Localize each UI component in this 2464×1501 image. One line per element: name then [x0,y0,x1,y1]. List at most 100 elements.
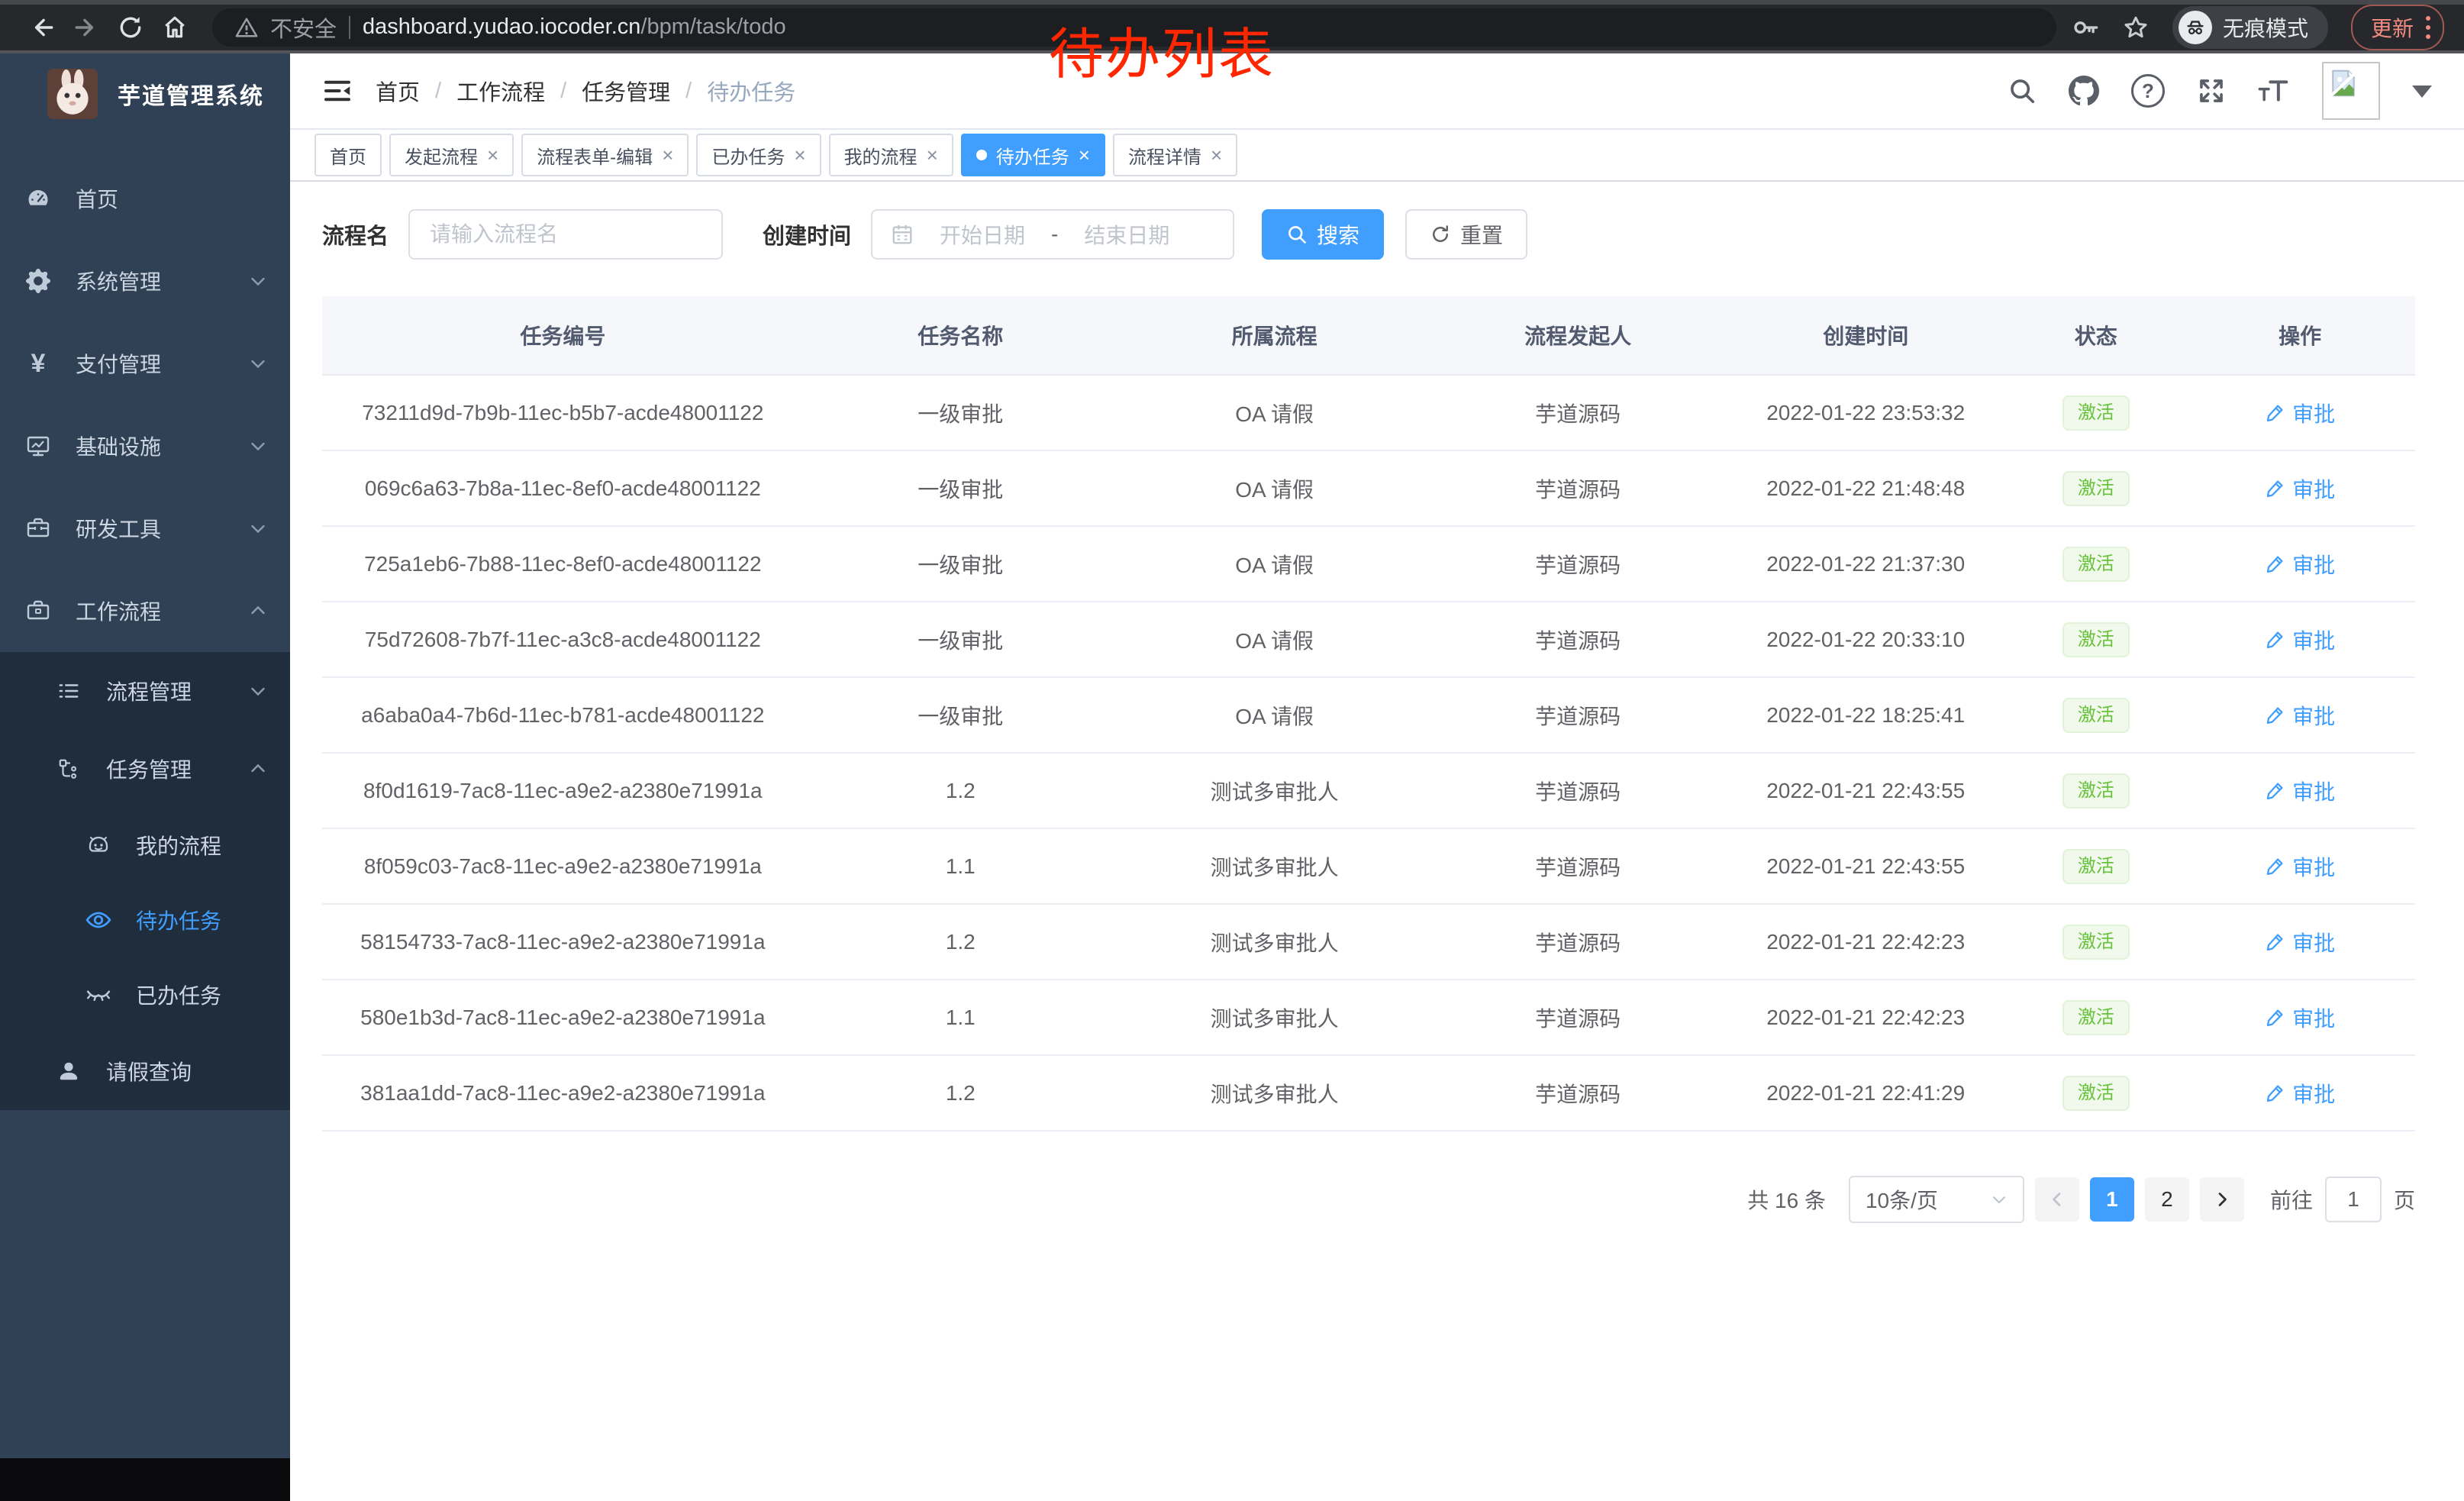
col-process: 所属流程 [1118,296,1431,375]
sidebar-item-process-mgmt[interactable]: 流程管理 [0,652,290,730]
tab-close-icon[interactable]: × [927,145,938,165]
approve-link[interactable]: 审批 [2265,700,2335,731]
tab-close-icon[interactable]: × [1211,145,1222,165]
avatar-caret-icon[interactable] [2412,86,2432,108]
search-button[interactable]: 搜索 [1262,209,1384,260]
sidebar-item-system[interactable]: 系统管理 [0,240,290,322]
font-size-icon[interactable] [2258,76,2290,105]
search-icon[interactable] [2008,76,2037,105]
breadcrumb-home[interactable]: 首页 [376,75,420,107]
forward-icon[interactable] [64,8,108,47]
tab-home[interactable]: 首页 [314,134,382,176]
tab-close-icon[interactable]: × [487,145,498,165]
sidebar-bottom-strip [0,1458,290,1501]
goto-page-input[interactable] [2325,1177,2382,1222]
cell-starter: 芋道源码 [1431,828,1724,904]
security-warning-icon [235,16,258,39]
approve-link[interactable]: 审批 [2265,625,2335,655]
process-name-input[interactable] [408,209,723,260]
sidebar-item-label: 待办任务 [136,905,221,935]
status-badge: 激活 [2062,1000,2130,1035]
chevron-down-icon [249,682,267,700]
user-icon [56,1058,82,1084]
sidebar-item-my-process[interactable]: 我的流程 [0,808,290,883]
reset-button-label: 重置 [1460,219,1503,250]
sidebar-collapse-icon[interactable] [322,76,353,106]
password-key-icon[interactable] [2072,14,2099,41]
incognito-chip[interactable]: 无痕模式 [2172,6,2328,49]
status-badge: 激活 [2062,1076,2130,1111]
page-1-button[interactable]: 1 [2090,1177,2134,1222]
avatar[interactable] [2322,62,2380,120]
tab-close-icon[interactable]: × [794,145,805,165]
sidebar-item-home[interactable]: 首页 [0,157,290,240]
cell-starter: 芋道源码 [1431,753,1724,828]
breadcrumb-workflow[interactable]: 工作流程 [456,75,545,107]
sidebar-item-devtools[interactable]: 研发工具 [0,487,290,570]
tab-my-process[interactable]: 我的流程× [829,134,953,176]
approve-link[interactable]: 审批 [2265,398,2335,428]
sidebar-item-leave-query[interactable]: 请假查询 [0,1032,290,1110]
incognito-icon [2179,11,2212,44]
tab-process-form-edit[interactable]: 流程表单-编辑 × [521,134,689,176]
cell-starter: 芋道源码 [1431,980,1724,1055]
home-icon[interactable] [153,8,197,47]
broken-image-icon [2328,68,2359,98]
tab-close-icon[interactable]: × [1079,145,1090,165]
cell-task-name: 1.1 [804,980,1118,1055]
sidebar-item-done-tasks[interactable]: 已办任务 [0,957,290,1032]
cell-task-id: 725a1eb6-7b88-11ec-8ef0-acde48001122 [322,526,804,602]
help-icon[interactable]: ? [2131,74,2165,108]
fullscreen-icon[interactable] [2197,76,2226,105]
approve-label: 审批 [2292,549,2335,579]
approve-link[interactable]: 审批 [2265,473,2335,504]
approve-link[interactable]: 审批 [2265,1078,2335,1109]
bookmark-star-icon[interactable] [2122,14,2150,41]
page-size-select[interactable]: 10条/页 [1849,1176,2024,1223]
sidebar-item-payment[interactable]: ¥ 支付管理 [0,322,290,405]
table-row: 8f0d1619-7ac8-11ec-a9e2-a2380e71991a 1.2… [322,753,2415,828]
sidebar-item-task-mgmt[interactable]: 任务管理 [0,730,290,808]
tab-process-detail[interactable]: 流程详情× [1113,134,1237,176]
date-range-picker[interactable]: 开始日期 - 结束日期 [871,209,1234,260]
browser-update-button[interactable]: 更新 [2351,5,2444,50]
reset-button[interactable]: 重置 [1405,209,1527,260]
active-tab-dot [976,150,987,160]
reload-icon[interactable] [108,8,153,47]
approve-label: 审批 [2292,700,2335,731]
browser-menu-icon[interactable] [2426,16,2430,39]
approve-link[interactable]: 审批 [2265,851,2335,882]
sidebar-item-infrastructure[interactable]: 基础设施 [0,405,290,487]
approve-link[interactable]: 审批 [2265,549,2335,579]
chevron-up-icon [249,760,267,778]
sidebar-item-todo-tasks[interactable]: 待办任务 [0,883,290,957]
table-row: 580e1b3d-7ac8-11ec-a9e2-a2380e71991a 1.1… [322,980,2415,1055]
logo-link[interactable]: 芋道管理系统 [0,53,290,134]
tab-close-icon[interactable]: × [662,145,673,165]
cell-task-id: 069c6a63-7b8a-11ec-8ef0-acde48001122 [322,450,804,526]
breadcrumb-task-mgmt[interactable]: 任务管理 [582,75,670,107]
tab-start-process[interactable]: 发起流程× [389,134,514,176]
tab-label: 流程表单-编辑 [537,142,653,169]
github-icon[interactable] [2069,76,2099,106]
approve-link[interactable]: 审批 [2265,776,2335,806]
chevron-up-icon [249,602,267,620]
cell-task-name: 一级审批 [804,375,1118,450]
tab-done-tasks[interactable]: 已办任务× [696,134,821,176]
approve-link[interactable]: 审批 [2265,1002,2335,1033]
table-row: 725a1eb6-7b88-11ec-8ef0-acde48001122 一级审… [322,526,2415,602]
cell-task-name: 1.1 [804,828,1118,904]
sidebar-item-workflow[interactable]: 工作流程 [0,570,290,652]
next-page-button[interactable] [2200,1177,2244,1222]
back-icon[interactable] [20,8,64,47]
col-task-id: 任务编号 [322,296,804,375]
cell-task-id: 73211d9d-7b9b-11ec-b5b7-acde48001122 [322,375,804,450]
briefcase-icon [25,598,51,624]
tab-todo-tasks[interactable]: 待办任务× [961,134,1105,176]
chevron-down-icon [249,437,267,455]
prev-page-button[interactable] [2035,1177,2079,1222]
pagination-goto: 前往 页 [2270,1177,2415,1222]
approve-link[interactable]: 审批 [2265,927,2335,957]
page-2-button[interactable]: 2 [2145,1177,2189,1222]
update-label: 更新 [2371,12,2414,43]
